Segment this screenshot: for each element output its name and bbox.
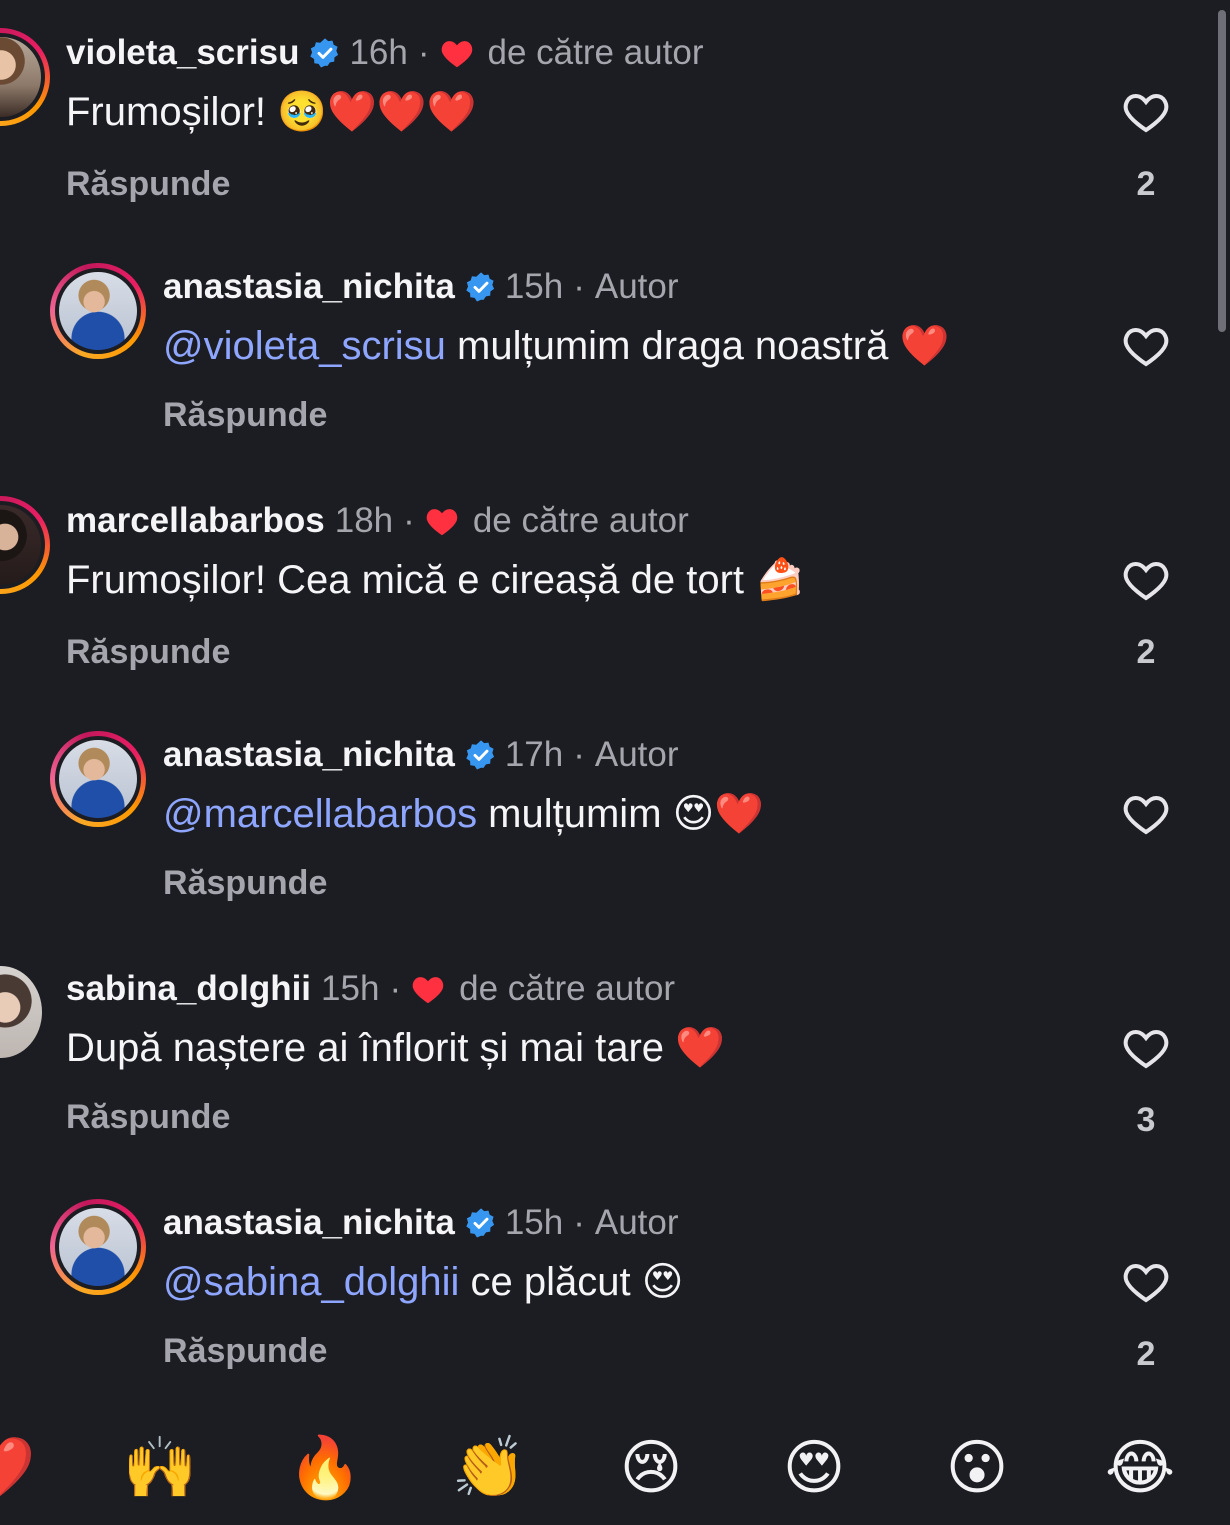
reply-button[interactable]: Răspunde	[163, 864, 327, 903]
reaction-crying[interactable]: 😢	[611, 1428, 691, 1508]
liked-by-author-label: de către autor	[472, 501, 689, 540]
reaction-laughing[interactable]: 😂	[1100, 1428, 1180, 1508]
comment-text: După naștere ai înflorit și mai tare ❤️	[66, 1026, 725, 1070]
comments-feed: violeta_scrisu 16h · de către autor Frum…	[0, 0, 1230, 1398]
author-label: Autor	[594, 267, 679, 306]
avatar[interactable]	[0, 28, 50, 126]
mention-link[interactable]: @sabina_dolghii	[163, 1260, 459, 1304]
comment-text: @violeta_scrisu mulțumim draga noastră ❤…	[163, 321, 949, 371]
timestamp: 15h	[504, 267, 564, 306]
avatar[interactable]	[0, 496, 50, 594]
verified-badge-icon	[466, 740, 494, 770]
timestamp: 16h	[349, 33, 408, 72]
heart-outline-icon[interactable]	[1122, 558, 1170, 602]
avatar[interactable]	[50, 1199, 146, 1295]
like-count[interactable]: 2	[1122, 1335, 1170, 1374]
separator: ·	[573, 735, 585, 774]
reaction-raising-hands[interactable]: 🙌	[120, 1428, 200, 1508]
comment-meta: anastasia_nichita 17h · Autor	[163, 735, 679, 775]
comment-text: @marcellabarbos mulțumim 😍❤️	[163, 789, 764, 839]
timestamp: 15h	[504, 1203, 564, 1242]
quick-reactions-bar: ❤️ 🙌 🔥 👏 😢 😍 😮 😂	[0, 1398, 1230, 1525]
reply-button[interactable]: Răspunde	[66, 165, 230, 204]
username[interactable]: sabina_dolghii	[66, 969, 311, 1009]
reply-button[interactable]: Răspunde	[66, 633, 230, 672]
author-label: Autor	[594, 1203, 679, 1242]
timestamp: 17h	[504, 735, 564, 774]
comment-meta: marcellabarbos 18h · de către autor	[66, 501, 689, 541]
reply-button[interactable]: Răspunde	[66, 1098, 230, 1137]
mention-link[interactable]: @violeta_scrisu	[163, 324, 446, 368]
avatar[interactable]	[50, 263, 146, 359]
author-label: Autor	[594, 735, 679, 774]
reply-button[interactable]: Răspunde	[163, 1332, 327, 1371]
heart-outline-icon[interactable]	[1122, 792, 1170, 836]
heart-outline-icon[interactable]	[1122, 1260, 1170, 1304]
verified-badge-icon	[466, 1208, 494, 1238]
avatar[interactable]	[0, 966, 42, 1058]
comment-body: mulțumim 😍❤️	[477, 792, 765, 836]
separator: ·	[417, 33, 430, 72]
heart-outline-icon[interactable]	[1122, 90, 1170, 134]
comment-text: Frumoșilor! 🥹❤️❤️❤️	[66, 90, 477, 134]
reaction-surprised[interactable]: 😮	[937, 1428, 1017, 1508]
comment-meta: anastasia_nichita 15h · Autor	[163, 267, 679, 307]
reply-button[interactable]: Răspunde	[163, 396, 327, 435]
liked-by-author-label: de către autor	[459, 969, 676, 1008]
heart-filled-icon	[426, 509, 458, 536]
mention-link[interactable]: @marcellabarbos	[163, 792, 477, 836]
like-count[interactable]: 2	[1122, 165, 1170, 204]
heart-outline-icon[interactable]	[1122, 324, 1170, 368]
timestamp: 18h	[334, 501, 394, 540]
comment-body: ce plăcut 😍	[459, 1260, 684, 1304]
comment-meta: sabina_dolghii 15h · de către autor	[66, 969, 675, 1009]
separator: ·	[389, 969, 402, 1008]
reaction-clap[interactable]: 👏	[449, 1428, 529, 1508]
avatar[interactable]	[50, 731, 146, 827]
separator: ·	[573, 1203, 585, 1242]
username[interactable]: anastasia_nichita	[163, 1203, 455, 1243]
comment-meta: anastasia_nichita 15h · Autor	[163, 1203, 679, 1243]
like-count[interactable]: 2	[1122, 633, 1170, 672]
reaction-heart[interactable]: ❤️	[0, 1428, 38, 1508]
comment-text: Frumoșilor! Cea mică e cireașă de tort 🍰	[66, 558, 805, 602]
username[interactable]: marcellabarbos	[66, 501, 325, 541]
username[interactable]: anastasia_nichita	[163, 735, 455, 775]
verified-badge-icon	[466, 272, 494, 302]
comment-body: mulțumim draga noastră ❤️	[445, 324, 950, 368]
username[interactable]: violeta_scrisu	[66, 33, 299, 73]
reaction-heart-eyes[interactable]: 😍	[774, 1428, 854, 1508]
scrollbar[interactable]	[1218, 10, 1226, 332]
heart-filled-icon	[412, 977, 444, 1004]
liked-by-author-label: de către autor	[487, 33, 704, 72]
reaction-fire[interactable]: 🔥	[285, 1428, 365, 1508]
comment-meta: violeta_scrisu 16h · de către autor	[66, 33, 704, 73]
separator: ·	[403, 501, 415, 540]
heart-outline-icon[interactable]	[1122, 1026, 1170, 1070]
heart-filled-icon	[441, 41, 472, 68]
verified-badge-icon	[310, 38, 339, 68]
comment-text: @sabina_dolghii ce plăcut 😍	[163, 1257, 683, 1307]
separator: ·	[573, 267, 585, 306]
username[interactable]: anastasia_nichita	[163, 267, 455, 307]
like-count[interactable]: 3	[1122, 1101, 1170, 1140]
timestamp: 15h	[321, 969, 380, 1008]
